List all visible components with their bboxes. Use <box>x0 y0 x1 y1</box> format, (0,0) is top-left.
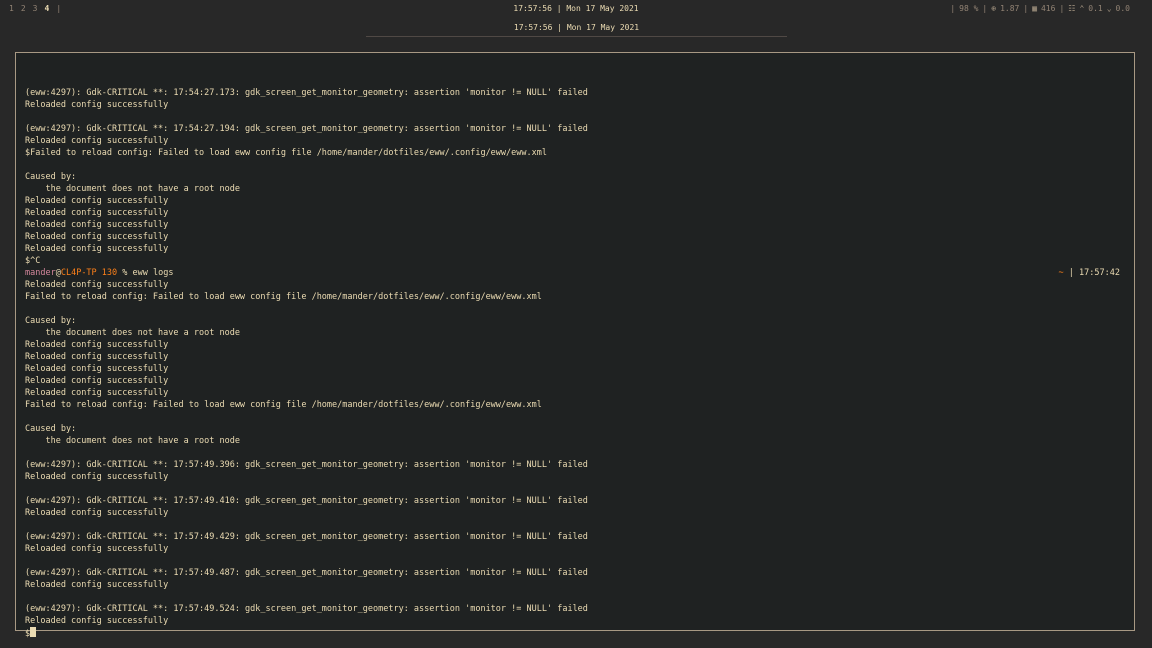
terminal-line: (eww:4297): Gdk-CRITICAL **: 17:57:49.41… <box>25 496 588 506</box>
terminal-line: Reloaded config successfully <box>25 280 169 290</box>
prompt-user: mander <box>25 268 56 278</box>
terminal-line: Reloaded config successfully <box>25 388 169 398</box>
terminal-line: Failed to reload config: Failed to load … <box>25 292 542 302</box>
terminal-line: (eww:4297): Gdk-CRITICAL **: 17:57:49.48… <box>25 568 588 578</box>
terminal-line: Reloaded config successfully <box>25 232 169 242</box>
cpu-value: 1.87 <box>1000 4 1020 13</box>
download-value: 0.0 <box>1115 4 1130 13</box>
stats-separator: | <box>982 4 988 13</box>
system-stats: | 98 % | ⊕ 1.87 | ▦ 416 | ☷ ⌃ 0.1 ⌄ 0.0 <box>950 4 1130 13</box>
terminal-line: Caused by: <box>25 316 77 326</box>
terminal-line: (eww:4297): Gdk-CRITICAL **: 17:54:27.17… <box>25 88 588 98</box>
terminal-line: Reloaded config successfully <box>25 208 169 218</box>
cpu-icon: ⊕ <box>991 4 997 13</box>
terminal-line: Reloaded config successfully <box>25 616 169 626</box>
terminal-line: Reloaded config successfully <box>25 508 169 518</box>
terminal-line: Reloaded config successfully <box>25 364 169 374</box>
terminal-line: (eww:4297): Gdk-CRITICAL **: 17:54:27.19… <box>25 124 588 134</box>
right-prompt-time: 17:57:42 <box>1079 268 1120 278</box>
download-arrow-icon: ⌄ <box>1106 4 1112 13</box>
text-cursor <box>30 627 37 637</box>
terminal-line: (eww:4297): Gdk-CRITICAL **: 17:57:49.42… <box>25 532 588 542</box>
stats-separator: | <box>1059 4 1065 13</box>
terminal-line: Reloaded config successfully <box>25 580 169 590</box>
prompt-host: CL4P-TP <box>60 268 97 278</box>
terminal-line: Reloaded config successfully <box>25 136 169 146</box>
prompt-exit-code: 130 <box>101 268 118 278</box>
terminal-line: Reloaded config successfully <box>25 340 169 350</box>
terminal-line: Reloaded config successfully <box>25 196 169 206</box>
prompt-command: eww logs <box>132 268 174 278</box>
terminal-output: (eww:4297): Gdk-CRITICAL **: 17:54:27.17… <box>25 63 1120 639</box>
active-prompt-line[interactable]: $ <box>25 627 1120 639</box>
upload-value: 0.1 <box>1088 4 1103 13</box>
terminal-line: $Failed to reload config: Failed to load… <box>25 148 547 158</box>
terminal-line: Reloaded config successfully <box>25 472 169 482</box>
terminal-line: $^C <box>25 256 41 266</box>
top-bar: 1 2 3 4 | 17:57:56 | Mon 17 May 2021 | 9… <box>0 0 1152 18</box>
volume-value[interactable]: 98 % <box>959 4 978 13</box>
terminal-line: Failed to reload config: Failed to load … <box>25 400 542 410</box>
shell-prompt-line: mander@CL4P-TP 130 % eww logs ~ | 17:57:4… <box>25 267 1120 279</box>
upload-arrow-icon: ⌃ <box>1079 4 1085 13</box>
network-icon: ☷ <box>1068 4 1076 13</box>
terminal-line: the document does not have a root node <box>25 184 240 194</box>
terminal-line: Reloaded config successfully <box>25 100 169 110</box>
terminal-line: Caused by: <box>25 172 77 182</box>
stats-separator: | <box>950 4 956 13</box>
terminal-line: Reloaded config successfully <box>25 244 169 254</box>
stats-separator: | <box>1023 4 1029 13</box>
terminal-line: (eww:4297): Gdk-CRITICAL **: 17:57:49.39… <box>25 460 588 470</box>
terminal-line: Reloaded config successfully <box>25 544 169 554</box>
memory-value: 416 <box>1040 4 1056 13</box>
terminal-line: Reloaded config successfully <box>25 352 169 362</box>
clock-popup: 17:57:56 | Mon 17 May 2021 <box>366 18 787 37</box>
memory-icon: ▦ <box>1032 4 1037 13</box>
terminal-line: Reloaded config successfully <box>25 376 169 386</box>
terminal-line: (eww:4297): Gdk-CRITICAL **: 17:57:49.52… <box>25 604 588 614</box>
terminal-line: Caused by: <box>25 424 77 434</box>
terminal-line: Reloaded config successfully <box>25 220 169 230</box>
right-prompt: ~ | 17:57:42 <box>1059 267 1120 279</box>
terminal-line: the document does not have a root node <box>25 436 240 446</box>
terminal-window[interactable]: (eww:4297): Gdk-CRITICAL **: 17:54:27.17… <box>15 52 1135 639</box>
terminal-line: the document does not have a root node <box>25 328 240 338</box>
